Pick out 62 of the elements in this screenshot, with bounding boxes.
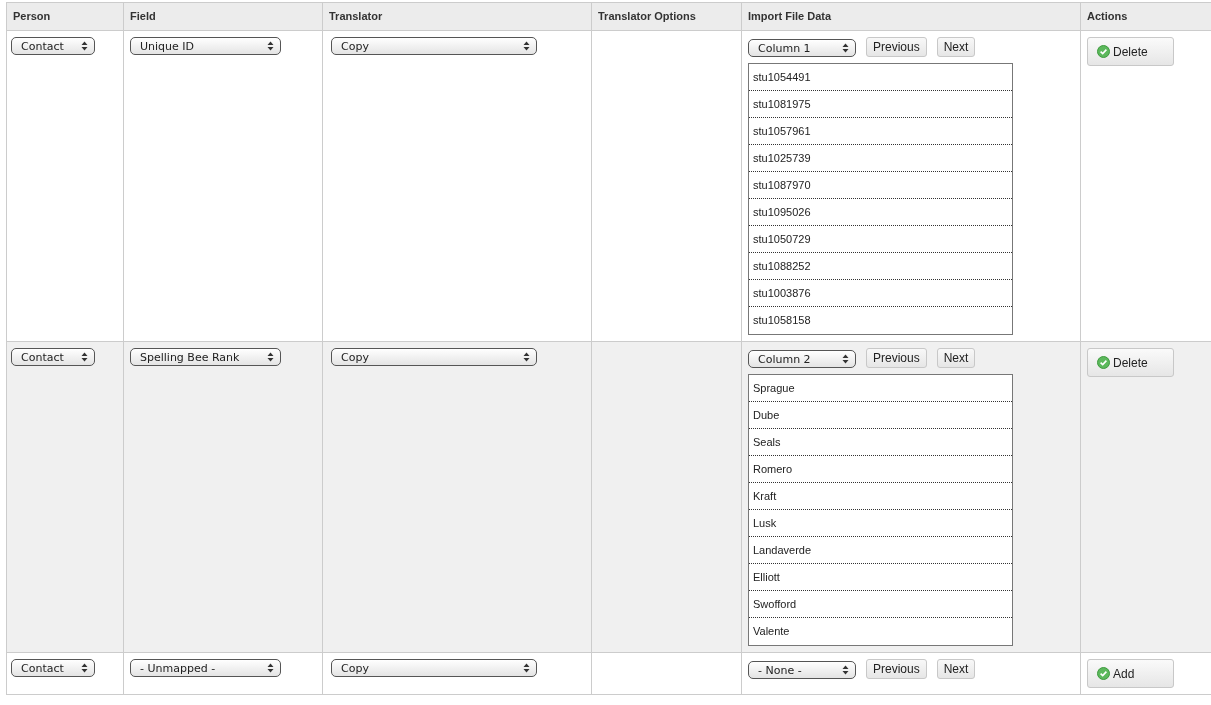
dropdown[interactable]: Contact bbox=[11, 348, 95, 366]
dropdown[interactable]: Contact bbox=[11, 659, 95, 677]
dropdown[interactable]: Contact bbox=[11, 37, 95, 55]
up-down-arrows-icon bbox=[523, 352, 530, 362]
up-down-arrows-icon bbox=[267, 41, 274, 51]
up-down-arrows-icon bbox=[267, 663, 274, 673]
list-item: stu1081975 bbox=[749, 91, 1012, 118]
column-header: Import File Data bbox=[748, 10, 832, 22]
up-down-arrows-icon bbox=[842, 665, 849, 675]
check-icon bbox=[1097, 667, 1110, 680]
action-button[interactable]: Delete bbox=[1087, 348, 1174, 377]
list-item: Lusk bbox=[749, 510, 1012, 537]
up-down-arrows-icon bbox=[523, 41, 530, 51]
list-item: stu1054491 bbox=[749, 64, 1012, 91]
list-item: stu1057961 bbox=[749, 118, 1012, 145]
check-icon bbox=[1097, 356, 1110, 369]
dropdown[interactable]: - None - bbox=[748, 661, 856, 679]
dropdown[interactable]: Spelling Bee Rank bbox=[130, 348, 281, 366]
list-item: Sprague bbox=[749, 375, 1012, 402]
list-item: Elliott bbox=[749, 564, 1012, 591]
next-button[interactable]: Next bbox=[936, 37, 976, 57]
dropdown[interactable]: Column 2 bbox=[748, 350, 856, 368]
list-item: stu1025739 bbox=[749, 145, 1012, 172]
list-item: Valente bbox=[752, 624, 791, 639]
list-item: Seals bbox=[749, 429, 1012, 456]
dropdown[interactable]: Unique ID bbox=[130, 37, 281, 55]
list-item: Swofford bbox=[749, 591, 1012, 618]
check-icon bbox=[1097, 45, 1110, 58]
column-header: Actions bbox=[1087, 10, 1128, 22]
column-header: Translator bbox=[329, 10, 383, 22]
up-down-arrows-icon bbox=[81, 41, 88, 51]
column-header: Translator Options bbox=[598, 10, 696, 22]
action-button[interactable]: Add bbox=[1087, 659, 1174, 688]
previous-button[interactable]: Previous bbox=[866, 348, 927, 368]
next-button[interactable]: Next bbox=[936, 659, 976, 679]
dropdown[interactable]: Column 1 bbox=[748, 39, 856, 57]
list-item: Landaverde bbox=[749, 537, 1012, 564]
list-item: stu1088252 bbox=[749, 253, 1012, 280]
previous-button[interactable]: Previous bbox=[866, 659, 927, 679]
dropdown[interactable]: Copy bbox=[331, 348, 537, 366]
up-down-arrows-icon bbox=[523, 663, 530, 673]
column-header: Field bbox=[130, 10, 156, 22]
next-button[interactable]: Next bbox=[936, 348, 976, 368]
list-item: Dube bbox=[749, 402, 1012, 429]
list-item: stu1058158 bbox=[752, 313, 812, 328]
list-item: stu1087970 bbox=[749, 172, 1012, 199]
action-button[interactable]: Delete bbox=[1087, 37, 1174, 66]
list-item: stu1050729 bbox=[749, 226, 1012, 253]
list-item: Romero bbox=[749, 456, 1012, 483]
list-item: stu1095026 bbox=[749, 199, 1012, 226]
dropdown[interactable]: - Unmapped - bbox=[130, 659, 281, 677]
column-header: Person bbox=[13, 10, 51, 22]
up-down-arrows-icon bbox=[842, 354, 849, 364]
up-down-arrows-icon bbox=[81, 352, 88, 362]
list-item: stu1003876 bbox=[749, 280, 1012, 307]
up-down-arrows-icon bbox=[267, 352, 274, 362]
dropdown[interactable]: Copy bbox=[331, 659, 537, 677]
up-down-arrows-icon bbox=[842, 43, 849, 53]
up-down-arrows-icon bbox=[81, 663, 88, 673]
previous-button[interactable]: Previous bbox=[866, 37, 927, 57]
dropdown[interactable]: Copy bbox=[331, 37, 537, 55]
list-item: Kraft bbox=[749, 483, 1012, 510]
